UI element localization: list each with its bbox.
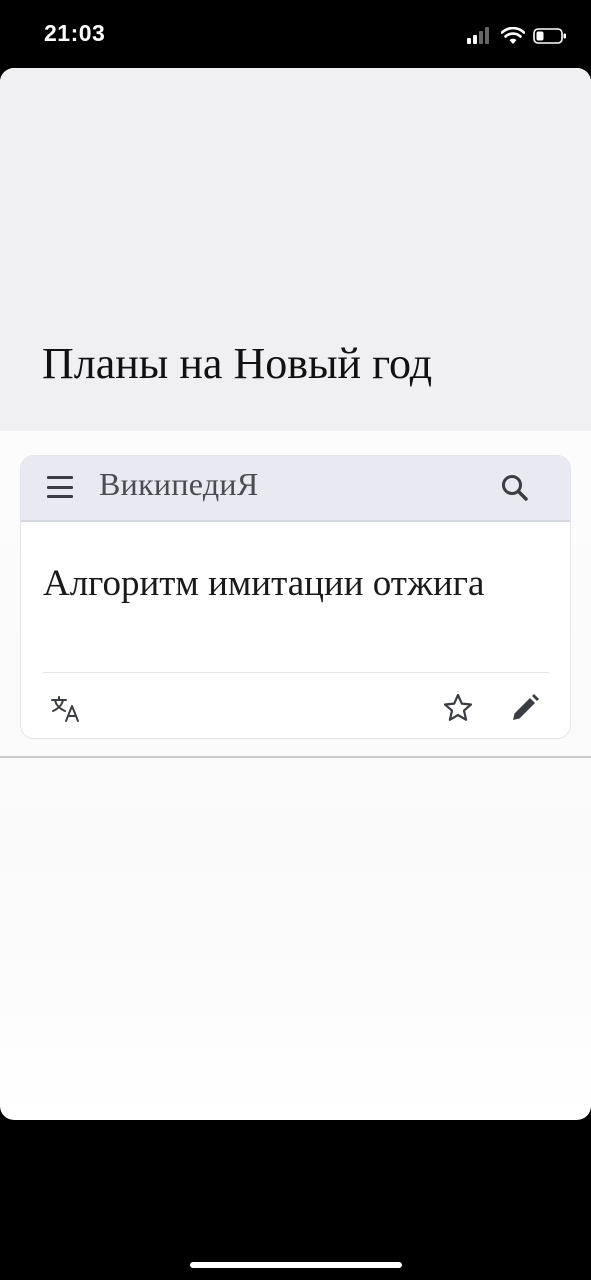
- edit-icon[interactable]: [508, 691, 542, 725]
- search-icon[interactable]: [498, 471, 532, 505]
- meme-caption: Планы на Новый год: [42, 339, 433, 388]
- cellular-signal-icon: [467, 27, 489, 44]
- meme-header: Планы на Новый год: [0, 68, 591, 431]
- star-icon[interactable]: [441, 691, 475, 725]
- wikipedia-topbar: ВикипедиЯ: [21, 456, 570, 522]
- content-sheet: Планы на Новый год ВикипедиЯ Алгоритм им…: [0, 68, 591, 1120]
- home-indicator[interactable]: [190, 1262, 402, 1268]
- status-icons: [467, 24, 567, 48]
- article-title: Алгоритм имитации отжига: [43, 563, 485, 604]
- wikipedia-logo[interactable]: ВикипедиЯ: [99, 466, 259, 503]
- battery-icon: [533, 28, 566, 44]
- menu-icon[interactable]: [47, 476, 73, 498]
- wikipedia-card: ВикипедиЯ Алгоритм имитации отжига: [20, 455, 571, 739]
- translate-icon[interactable]: [49, 692, 83, 726]
- status-time: 21:03: [44, 20, 106, 46]
- wifi-icon: [501, 27, 525, 44]
- divider: [43, 672, 549, 673]
- status-bar: 21:03: [0, 0, 591, 68]
- divider: [0, 756, 591, 758]
